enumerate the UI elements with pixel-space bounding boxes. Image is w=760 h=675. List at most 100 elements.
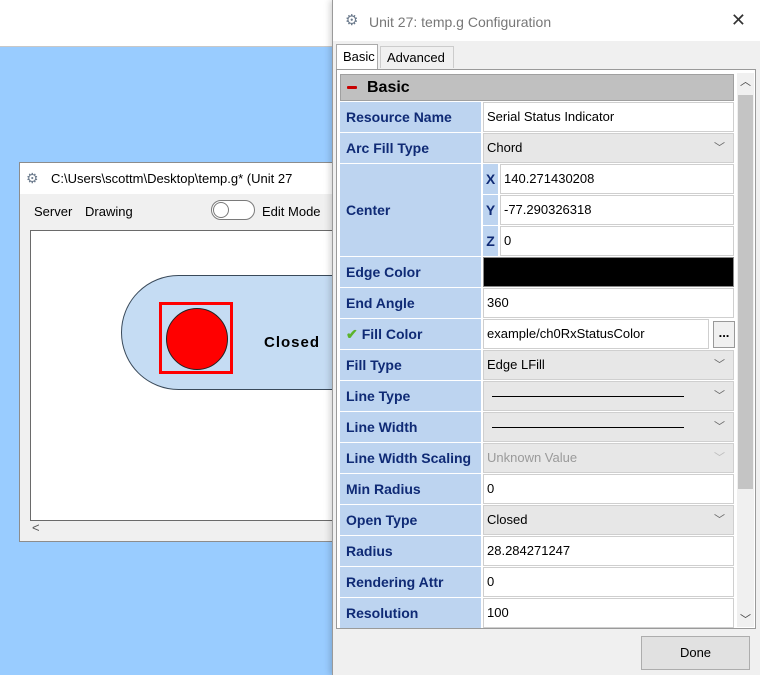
arc-fill-type-select[interactable]: Chord ﹀ <box>483 133 734 163</box>
label-fill-type: Fill Type <box>340 350 481 380</box>
menu-drawing[interactable]: Drawing <box>85 204 133 219</box>
label-radius: Radius <box>340 536 481 566</box>
row-line-width: Line Width ﹀ <box>340 412 734 443</box>
rendering-attr-field[interactable]: 0 <box>483 567 734 597</box>
label-edge-color: Edge Color <box>340 257 481 287</box>
close-icon[interactable]: ✕ <box>731 10 746 31</box>
dialog-titlebar[interactable]: ⚙ Unit 27: temp.g Configuration ✕ <box>333 0 760 41</box>
label-end-angle: End Angle <box>340 288 481 318</box>
app-gear-icon: ⚙ <box>26 170 39 186</box>
label-center: Center <box>340 164 481 256</box>
end-angle-field[interactable]: 360 <box>483 288 734 318</box>
line-width-scaling-select: Unknown Value ﹀ <box>483 443 734 473</box>
resource-name-field[interactable]: Serial Status Indicator <box>483 102 734 132</box>
row-arc-fill-type: Arc Fill Type Chord ﹀ <box>340 133 734 164</box>
checkmark-icon: ✔ <box>346 326 358 342</box>
label-z: Z <box>483 226 498 256</box>
open-type-select[interactable]: Closed ﹀ <box>483 505 734 535</box>
drawing-window-titlebar[interactable]: ⚙ C:\Users\scottm\Desktop\temp.g* (Unit … <box>20 163 348 194</box>
label-resolution: Resolution <box>340 598 481 628</box>
horizontal-scrollbar[interactable]: < <box>30 520 350 537</box>
line-width-select[interactable]: ﹀ <box>483 412 734 442</box>
open-type-value: Closed <box>487 512 528 527</box>
configuration-dialog: ⚙ Unit 27: temp.g Configuration ✕ Basic … <box>332 0 760 675</box>
chevron-down-icon: ﹀ <box>714 452 725 464</box>
fill-type-value: Edge LFill <box>487 357 545 372</box>
label-line-width-scaling: Line Width Scaling <box>340 443 481 473</box>
fill-color-field[interactable]: example/ch0RxStatusColor <box>483 319 709 349</box>
scroll-down-icon[interactable]: ﹀ <box>740 611 751 627</box>
label-x: X <box>483 164 498 194</box>
drawing-window[interactable]: ⚙ C:\Users\scottm\Desktop\temp.g* (Unit … <box>19 162 350 542</box>
tab-advanced[interactable]: Advanced <box>380 46 454 68</box>
menu-server[interactable]: Server <box>34 204 72 219</box>
label-fill-color: ✔ Fill Color <box>340 319 481 349</box>
label-line-type: Line Type <box>340 381 481 411</box>
row-end-angle: End Angle 360 <box>340 288 734 319</box>
dialog-title: Unit 27: temp.g Configuration <box>369 14 552 30</box>
chevron-down-icon[interactable]: ﹀ <box>714 134 725 162</box>
row-line-type: Line Type ﹀ <box>340 381 734 412</box>
label-arc-fill-type: Arc Fill Type <box>340 133 481 163</box>
row-fill-type: Fill Type Edge LFill ﹀ <box>340 350 734 381</box>
status-indicator-background[interactable] <box>121 275 349 390</box>
row-edge-color: Edge Color <box>340 257 734 288</box>
done-button[interactable]: Done <box>641 636 750 670</box>
status-indicator-circle[interactable] <box>166 308 228 370</box>
row-radius: Radius 28.284271247 <box>340 536 734 567</box>
scroll-up-icon[interactable]: ︿ <box>740 73 751 89</box>
chevron-down-icon[interactable]: ﹀ <box>714 351 725 379</box>
row-resource-name: Resource Name Serial Status Indicator <box>340 102 734 133</box>
vertical-scrollbar[interactable]: ︿ ﹀ <box>737 73 754 627</box>
row-line-width-scaling: Line Width Scaling Unknown Value ﹀ <box>340 443 734 474</box>
fill-type-select[interactable]: Edge LFill ﹀ <box>483 350 734 380</box>
row-center: Center X 140.271430208 Y -77.290326318 Z… <box>340 164 734 257</box>
row-fill-color: ✔ Fill Color example/ch0RxStatusColor ... <box>340 319 735 350</box>
center-y-field[interactable]: -77.290326318 <box>500 195 734 225</box>
chevron-down-icon[interactable]: ﹀ <box>714 382 725 410</box>
collapse-icon[interactable] <box>347 86 357 89</box>
center-x: X 140.271430208 <box>483 164 734 194</box>
tab-basic[interactable]: Basic <box>336 44 378 69</box>
edit-mode-label: Edit Mode <box>262 204 321 219</box>
line-width-preview <box>492 427 684 428</box>
drawing-canvas[interactable]: Closed <box>30 230 350 521</box>
resolution-field[interactable]: 100 <box>483 598 734 628</box>
fill-color-browse-button[interactable]: ... <box>713 321 735 348</box>
label-y: Y <box>483 195 498 225</box>
center-z: Z 0 <box>483 226 734 256</box>
center-z-field[interactable]: 0 <box>500 226 734 256</box>
row-open-type: Open Type Closed ﹀ <box>340 505 734 536</box>
label-rendering-attr: Rendering Attr <box>340 567 481 597</box>
toggle-knob <box>213 202 229 218</box>
label-resource-name: Resource Name <box>340 102 481 132</box>
drawing-window-title: C:\Users\scottm\Desktop\temp.g* (Unit 27 <box>51 171 293 186</box>
line-type-select[interactable]: ﹀ <box>483 381 734 411</box>
label-line-width: Line Width <box>340 412 481 442</box>
line-width-scaling-value: Unknown Value <box>487 450 578 465</box>
section-header-basic[interactable]: Basic <box>340 74 734 101</box>
label-min-radius: Min Radius <box>340 474 481 504</box>
scroll-left-icon[interactable]: < <box>32 520 40 535</box>
row-min-radius: Min Radius 0 <box>340 474 734 505</box>
chevron-down-icon[interactable]: ﹀ <box>714 413 725 441</box>
row-rendering-attr: Rendering Attr 0 <box>340 567 734 598</box>
radius-field[interactable]: 28.284271247 <box>483 536 734 566</box>
fill-color-label-text: Fill Color <box>361 326 423 342</box>
row-resolution: Resolution 100 <box>340 598 734 628</box>
section-title: Basic <box>367 79 410 96</box>
status-text: Closed <box>264 334 321 351</box>
center-x-field[interactable]: 140.271430208 <box>500 164 734 194</box>
app-gear-icon: ⚙ <box>345 12 359 29</box>
drawing-menubar: Server Drawing Edit Mode <box>20 194 348 222</box>
scrollbar-thumb[interactable] <box>738 95 753 489</box>
edit-mode-toggle[interactable] <box>211 200 255 220</box>
properties-panel: Basic Resource Name Serial Status Indica… <box>336 69 756 629</box>
edge-color-swatch[interactable] <box>483 257 734 287</box>
center-y: Y -77.290326318 <box>483 195 734 225</box>
chevron-down-icon[interactable]: ﹀ <box>714 506 725 534</box>
solid-line-preview <box>492 396 684 397</box>
min-radius-field[interactable]: 0 <box>483 474 734 504</box>
arc-fill-type-value: Chord <box>487 140 523 155</box>
label-open-type: Open Type <box>340 505 481 535</box>
